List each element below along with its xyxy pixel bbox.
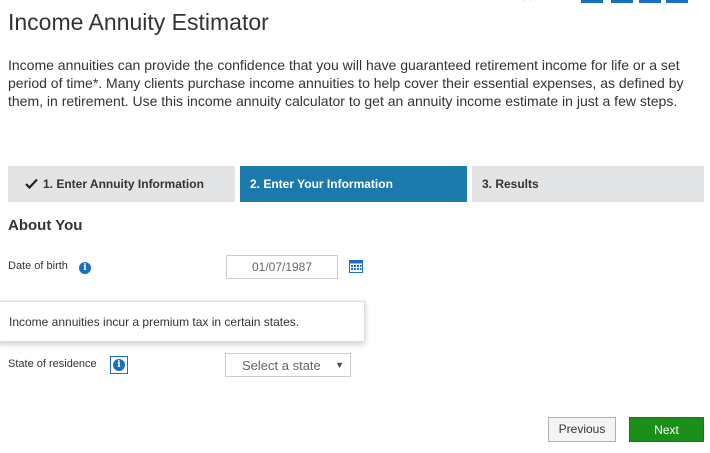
step-label: 3. Results bbox=[482, 177, 539, 191]
header-icons bbox=[500, 0, 710, 4]
check-icon bbox=[25, 178, 38, 189]
state-of-residence-label: State of residence bbox=[8, 358, 97, 370]
step-enter-annuity-information[interactable]: 1. Enter Annuity Information bbox=[8, 166, 235, 202]
email-icon[interactable] bbox=[639, 0, 661, 3]
step-progress: 1. Enter Annuity Information 2. Enter Yo… bbox=[8, 166, 704, 202]
chevron-down-icon: ▼ bbox=[335, 360, 344, 370]
info-icon: i bbox=[113, 359, 125, 371]
share-icon[interactable] bbox=[581, 0, 603, 3]
step-results[interactable]: 3. Results bbox=[472, 166, 704, 202]
intro-text: Income annuities can provide the confide… bbox=[8, 57, 684, 109]
help-icon[interactable] bbox=[666, 0, 688, 3]
section-title: About You bbox=[8, 217, 83, 234]
partial-icon[interactable] bbox=[522, 0, 532, 3]
tooltip: Income annuities incur a premium tax in … bbox=[0, 301, 365, 342]
state-select-value: Select a state bbox=[242, 358, 321, 373]
state-select[interactable]: Select a state ▼ bbox=[225, 353, 351, 377]
date-of-birth-label: Date of birth bbox=[8, 260, 68, 272]
date-of-birth-input[interactable] bbox=[226, 255, 338, 279]
page-title: Income Annuity Estimator bbox=[8, 9, 269, 35]
previous-button[interactable]: Previous bbox=[548, 417, 616, 442]
next-button[interactable]: Next bbox=[629, 417, 704, 442]
step-label: 2. Enter Your Information bbox=[250, 177, 393, 191]
info-icon[interactable]: i bbox=[79, 262, 91, 274]
state-info-button[interactable]: i bbox=[110, 356, 128, 374]
calendar-icon[interactable] bbox=[349, 260, 363, 273]
step-label: 1. Enter Annuity Information bbox=[43, 177, 204, 191]
step-enter-your-information[interactable]: 2. Enter Your Information bbox=[240, 166, 467, 202]
print-icon[interactable] bbox=[611, 0, 633, 3]
